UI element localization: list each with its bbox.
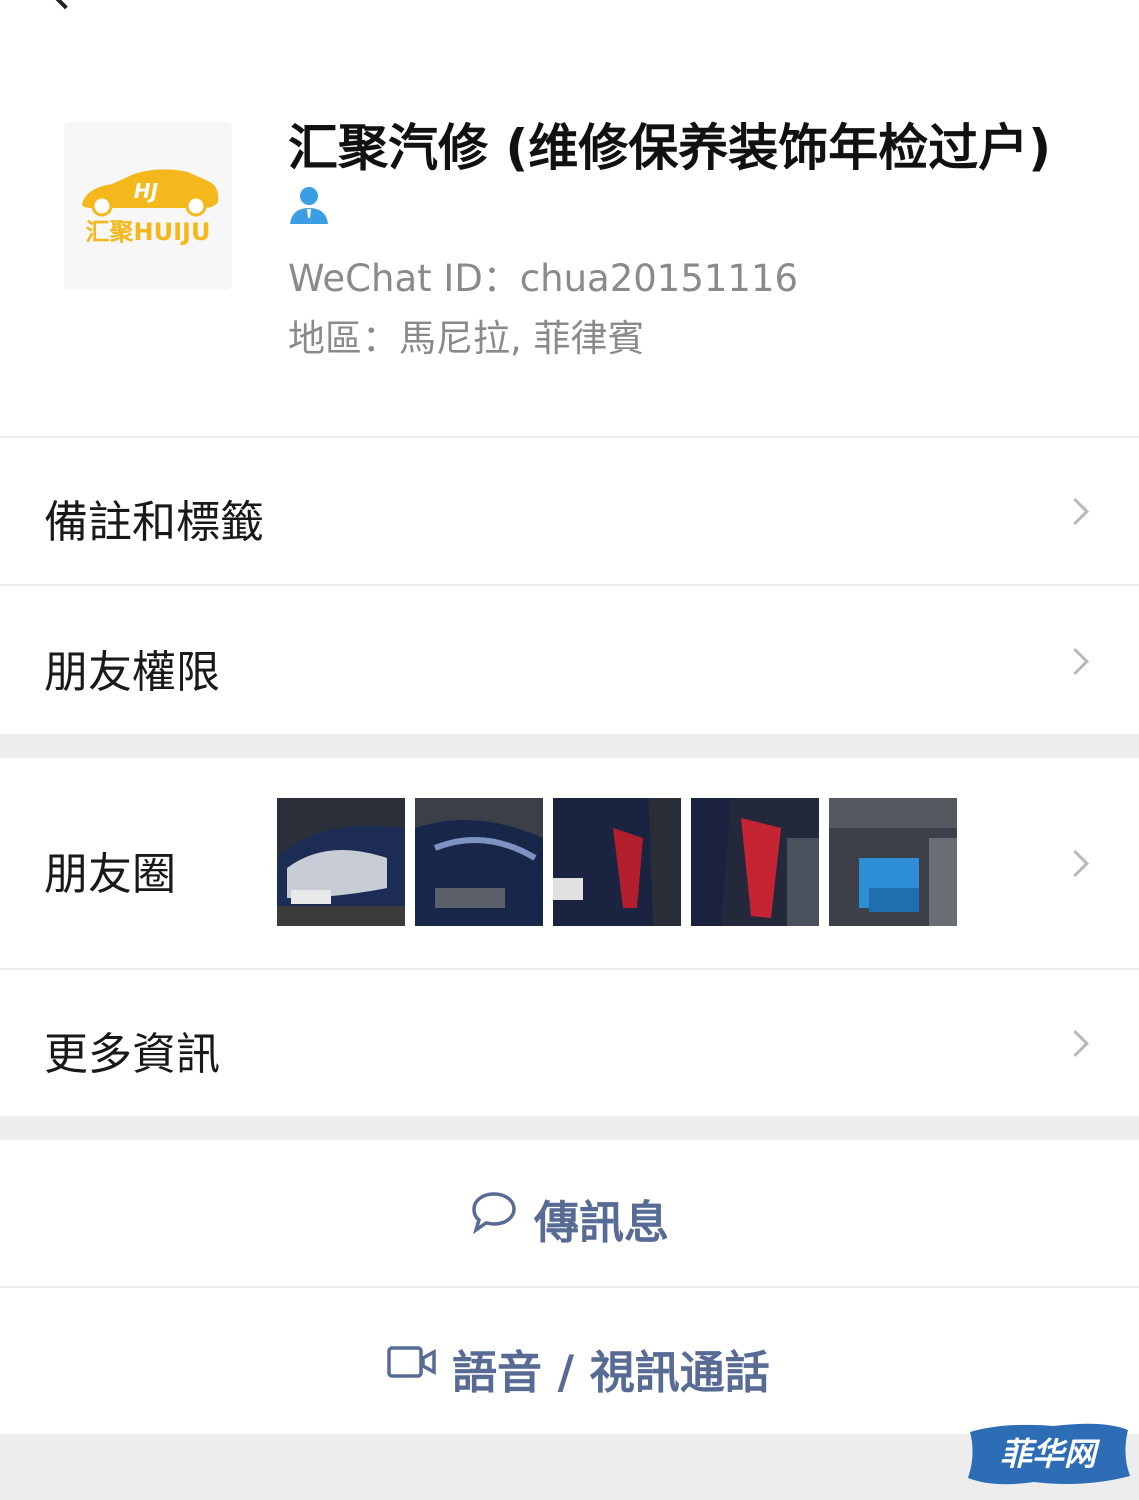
chevron-right-icon — [1062, 850, 1089, 877]
friend-permissions-row[interactable]: 朋友權限 — [0, 586, 1139, 734]
chevron-right-icon — [1062, 1030, 1089, 1057]
watermark-text: 菲华网 — [999, 1435, 1096, 1473]
region: 地區：馬尼拉, 菲律賓 — [288, 317, 645, 360]
voice-video-call-label: 語音 / 視訊通話 — [452, 1346, 770, 1399]
chevron-right-icon — [1062, 648, 1089, 675]
back-chevron-icon[interactable] — [46, 0, 84, 10]
chevron-right-icon — [1062, 498, 1089, 525]
more-info-label: 更多資訊 — [44, 1029, 220, 1080]
chat-bubble-icon — [472, 1192, 516, 1234]
remarks-tags-row[interactable]: 備註和標籤 — [0, 438, 1139, 584]
moments-photo[interactable] — [415, 798, 543, 926]
send-message-button[interactable]: 傳訊息 — [0, 1140, 1139, 1286]
person-icon — [290, 187, 328, 224]
voice-video-call-button[interactable]: 語音 / 視訊通話 — [0, 1288, 1139, 1434]
send-message-label: 傳訊息 — [534, 1196, 670, 1249]
profile-header: HJ 汇聚HUIJU 汇聚汽修 (维修保养装饰年检过户) WeChat ID：c… — [0, 0, 1139, 436]
more-info-row[interactable]: 更多資訊 — [0, 970, 1139, 1116]
moments-photo[interactable] — [829, 798, 957, 926]
contact-name: 汇聚汽修 (维修保养装饰年检过户) — [288, 119, 1052, 177]
moments-photo[interactable] — [553, 798, 681, 926]
wechat-id: WeChat ID：chua20151116 — [288, 257, 799, 300]
avatar-badge-text: HJ — [134, 179, 159, 203]
avatar[interactable]: HJ 汇聚HUIJU — [64, 122, 232, 290]
video-camera-icon — [387, 1346, 436, 1378]
watermark: 菲华网 — [964, 1418, 1132, 1490]
avatar-logo-text: 汇聚HUIJU — [86, 218, 211, 246]
remarks-tags-label: 備註和標籤 — [44, 497, 264, 548]
moments-photo[interactable] — [277, 798, 405, 926]
moments-photo[interactable] — [691, 798, 819, 926]
friend-permissions-label: 朋友權限 — [44, 647, 220, 698]
moments-label: 朋友圈 — [44, 849, 176, 900]
car-logo-icon: HJ 汇聚HUIJU — [82, 169, 219, 246]
